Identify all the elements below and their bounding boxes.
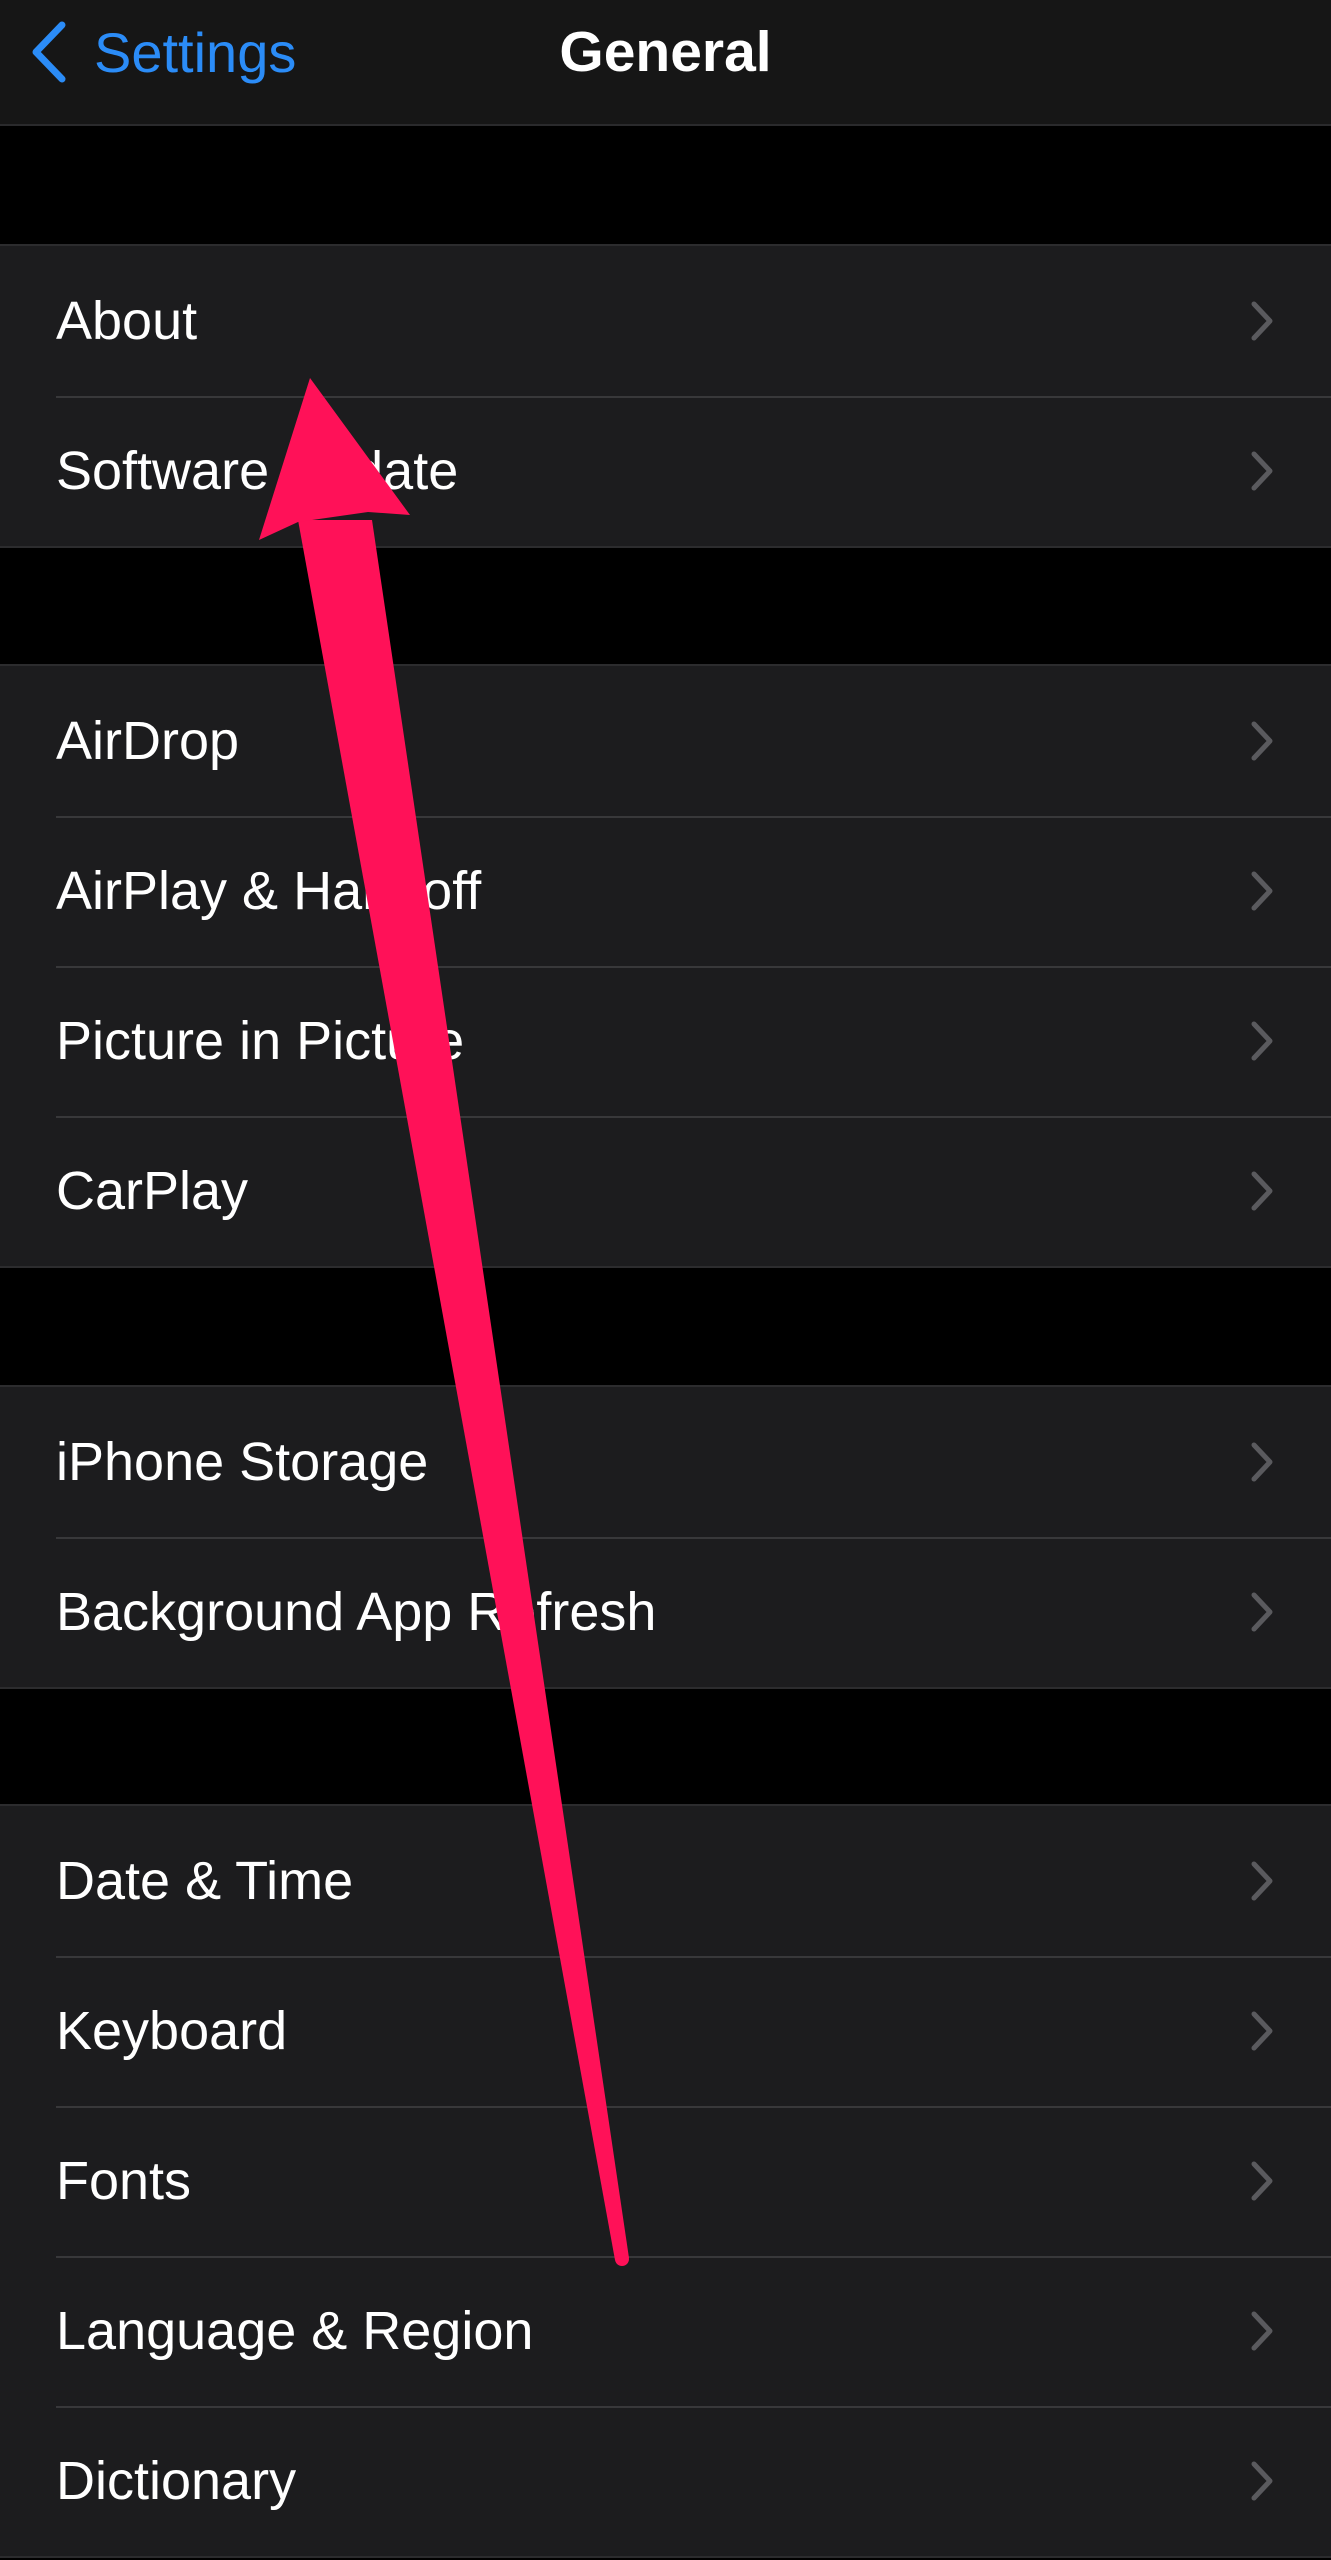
settings-group-2: AirDrop AirPlay & Handoff Picture in Pic…: [0, 664, 1331, 1268]
row-label: CarPlay: [56, 1161, 249, 1221]
chevron-right-icon: [1251, 1442, 1273, 1482]
row-label: About: [56, 291, 198, 351]
row-keyboard[interactable]: Keyboard: [0, 1956, 1331, 2106]
row-picture-in-picture[interactable]: Picture in Picture: [0, 966, 1331, 1116]
row-label: Background App Refresh: [56, 1582, 657, 1642]
row-about[interactable]: About: [0, 246, 1331, 396]
chevron-right-icon: [1251, 2161, 1273, 2201]
row-label: Keyboard: [56, 2001, 288, 2061]
row-label: Fonts: [56, 2151, 192, 2211]
chevron-right-icon: [1251, 2011, 1273, 2051]
chevron-right-icon: [1251, 871, 1273, 911]
chevron-right-icon: [1251, 301, 1273, 341]
row-iphone-storage[interactable]: iPhone Storage: [0, 1387, 1331, 1537]
chevron-right-icon: [1251, 1861, 1273, 1901]
settings-group-3: iPhone Storage Background App Refresh: [0, 1385, 1331, 1689]
row-label: Language & Region: [56, 2301, 534, 2361]
chevron-right-icon: [1251, 721, 1273, 761]
chevron-right-icon: [1251, 2311, 1273, 2351]
chevron-right-icon: [1251, 1171, 1273, 1211]
page-title: General: [559, 20, 772, 84]
row-label: AirDrop: [56, 711, 240, 771]
chevron-right-icon: [1251, 451, 1273, 491]
row-dictionary[interactable]: Dictionary: [0, 2406, 1331, 2556]
row-date-time[interactable]: Date & Time: [0, 1806, 1331, 1956]
chevron-right-icon: [1251, 2461, 1273, 2501]
settings-group-1: About Software Update: [0, 244, 1331, 548]
navigation-bar: Settings General: [0, 0, 1331, 126]
chevron-right-icon: [1251, 1592, 1273, 1632]
row-airdrop[interactable]: AirDrop: [0, 666, 1331, 816]
row-label: Picture in Picture: [56, 1011, 465, 1071]
row-label: Dictionary: [56, 2451, 297, 2511]
row-carplay[interactable]: CarPlay: [0, 1116, 1331, 1266]
chevron-right-icon: [1251, 1021, 1273, 1061]
settings-group-4: Date & Time Keyboard Fonts Language & Re…: [0, 1804, 1331, 2558]
row-label: iPhone Storage: [56, 1432, 429, 1492]
row-label: AirPlay & Handoff: [56, 861, 482, 921]
row-background-app-refresh[interactable]: Background App Refresh: [0, 1537, 1331, 1687]
row-software-update[interactable]: Software Update: [0, 396, 1331, 546]
row-label: Software Update: [56, 441, 459, 501]
row-language-region[interactable]: Language & Region: [0, 2256, 1331, 2406]
row-fonts[interactable]: Fonts: [0, 2106, 1331, 2256]
row-airplay-handoff[interactable]: AirPlay & Handoff: [0, 816, 1331, 966]
row-label: Date & Time: [56, 1851, 354, 1911]
